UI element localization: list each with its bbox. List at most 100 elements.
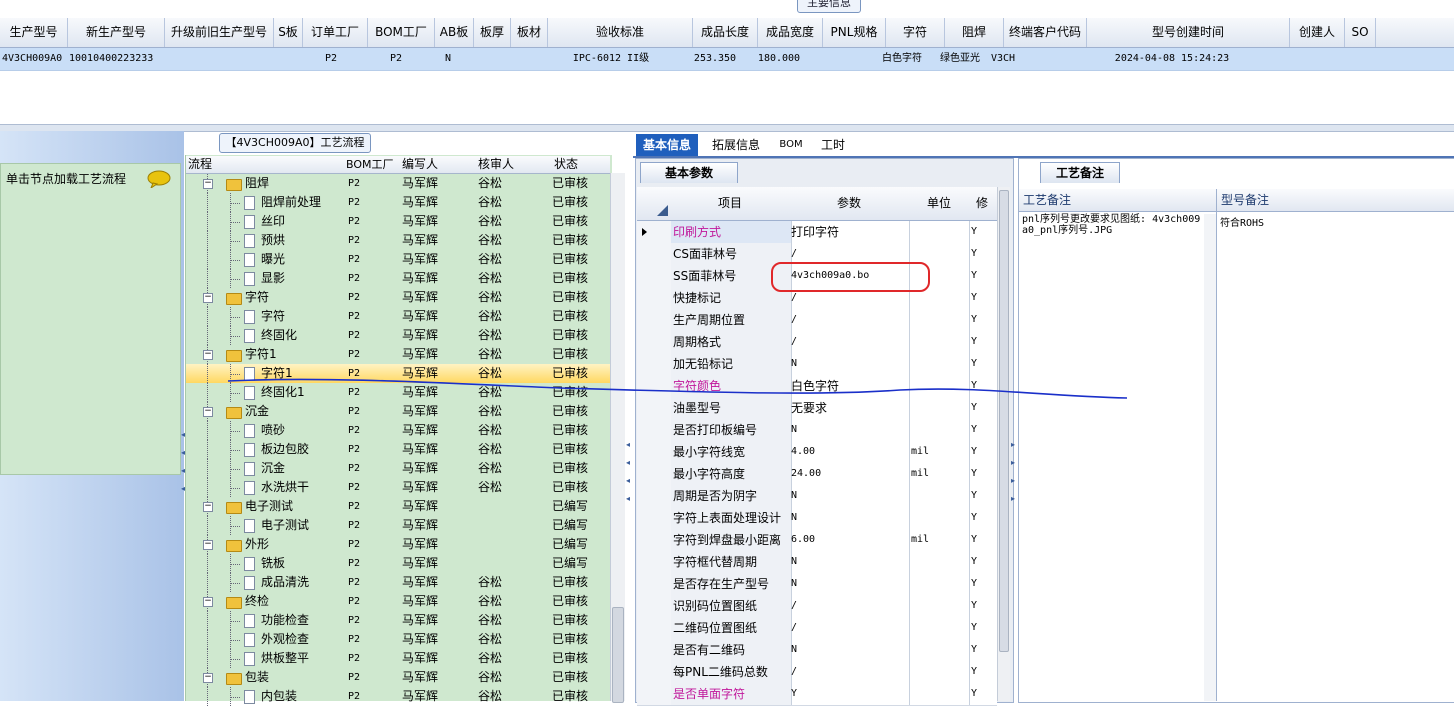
param-value-cell[interactable]: N (789, 419, 910, 441)
param-unit-cell[interactable]: mil (909, 441, 970, 463)
param-unit-cell[interactable]: mil (909, 529, 970, 551)
process-note-text[interactable]: pnl序列号更改要求见图纸: 4v3ch009a0_pnl序列号.JPG (1022, 214, 1202, 236)
param-unit-cell[interactable] (909, 221, 970, 243)
param-modify-cell[interactable]: Y (969, 639, 997, 661)
main-cell[interactable]: V3CH (989, 48, 1071, 70)
tree-row[interactable]: − 包装 P2 马军辉 谷松 已审核 (186, 668, 610, 687)
main-col-header[interactable]: 终端客户代码 (1004, 18, 1087, 47)
main-col-header[interactable]: 成品宽度 (758, 18, 823, 47)
row-indicator[interactable] (637, 573, 672, 595)
row-indicator[interactable] (637, 265, 672, 287)
main-cell[interactable]: 253.350 (683, 48, 747, 70)
main-cell[interactable]: 4V3CH009A0 (0, 48, 67, 70)
param-unit-cell[interactable] (909, 309, 970, 331)
row-indicator[interactable] (637, 375, 672, 397)
row-indicator[interactable] (637, 507, 672, 529)
row-indicator[interactable] (637, 661, 672, 683)
param-modify-cell[interactable]: Y (969, 331, 997, 353)
param-row[interactable]: 二维码位置图纸 / Y (637, 617, 997, 640)
tree-row[interactable]: − 外形 P2 马军辉 已编写 (186, 535, 610, 554)
row-indicator[interactable] (637, 221, 672, 243)
main-col-header[interactable]: 板材 (511, 18, 548, 47)
row-indicator[interactable] (637, 331, 672, 353)
param-modify-cell[interactable]: Y (969, 419, 997, 441)
param-unit-cell[interactable] (909, 485, 970, 507)
main-cell[interactable] (503, 48, 539, 70)
col-reviewer[interactable]: 核审人 (478, 156, 514, 173)
tree-row[interactable]: 内包装 P2 马军辉 谷松 已审核 (186, 687, 610, 706)
main-cell[interactable]: 白色字符 (873, 48, 931, 70)
tab-bom[interactable]: BOM (774, 134, 808, 156)
param-value-cell[interactable]: / (789, 309, 910, 331)
row-indicator[interactable] (637, 397, 672, 419)
tree-row[interactable]: 水洗烘干 P2 马军辉 谷松 已审核 (186, 478, 610, 497)
param-unit-cell[interactable] (909, 419, 970, 441)
param-value-cell[interactable]: N (789, 353, 910, 375)
main-col-header[interactable]: 生产型号 (0, 18, 68, 47)
main-col-header[interactable]: SO (1345, 18, 1376, 47)
collapse-toggle-icon[interactable]: − (203, 179, 213, 189)
tree-row[interactable]: − 终检 P2 马军辉 谷松 已审核 (186, 592, 610, 611)
tree-row[interactable]: − 字符1 P2 马军辉 谷松 已审核 (186, 345, 610, 364)
col-writer[interactable]: 编写人 (402, 156, 438, 173)
param-value-cell[interactable]: N (789, 507, 910, 529)
param-row[interactable]: 字符框代替周期 N Y (637, 551, 997, 574)
param-modify-cell[interactable]: Y (969, 441, 997, 463)
tree-row[interactable]: − 字符 P2 马军辉 谷松 已审核 (186, 288, 610, 307)
tree-row[interactable]: 终固化1 P2 马军辉 谷松 已审核 (186, 383, 610, 402)
main-col-header[interactable]: 成品长度 (693, 18, 758, 47)
tab-basic-params[interactable]: 基本参数 (640, 162, 738, 183)
collapse-toggle-icon[interactable]: − (203, 597, 213, 607)
param-row[interactable]: 印刷方式 打印字符 Y (637, 221, 997, 244)
param-value-cell[interactable]: Y (789, 683, 910, 705)
param-unit-cell[interactable] (909, 661, 970, 683)
param-row[interactable]: 每PNL二维码总数 / Y (637, 661, 997, 684)
param-unit-cell[interactable] (909, 683, 970, 705)
collapse-toggle-icon[interactable]: − (203, 350, 213, 360)
main-cell[interactable]: 180.000 (747, 48, 811, 70)
param-modify-cell[interactable]: Y (969, 529, 997, 551)
param-modify-cell[interactable]: Y (969, 595, 997, 617)
collapse-toggle-icon[interactable]: − (203, 293, 213, 303)
main-col-header[interactable]: 字符 (886, 18, 945, 47)
param-modify-cell[interactable]: Y (969, 463, 997, 485)
row-indicator[interactable] (637, 309, 672, 331)
main-cell[interactable] (271, 48, 299, 70)
row-indicator[interactable] (637, 441, 672, 463)
row-indicator[interactable] (637, 595, 672, 617)
tree-row[interactable]: 喷砂 P2 马军辉 谷松 已审核 (186, 421, 610, 440)
param-unit-cell[interactable] (909, 507, 970, 529)
col-process[interactable]: 流程 (188, 156, 212, 173)
param-modify-cell[interactable]: Y (969, 265, 997, 287)
row-indicator[interactable] (637, 551, 672, 573)
tree-row[interactable]: 沉金 P2 马军辉 谷松 已审核 (186, 459, 610, 478)
main-col-header[interactable]: 验收标准 (548, 18, 693, 47)
collapse-toggle-icon[interactable]: − (203, 407, 213, 417)
param-value-cell[interactable]: / (789, 595, 910, 617)
col-bom-factory[interactable]: BOM工厂 (346, 156, 394, 173)
tree-row[interactable]: 预烘 P2 马军辉 谷松 已审核 (186, 231, 610, 250)
model-note-text[interactable]: 符合ROHS (1220, 214, 1264, 229)
main-col-header[interactable]: AB板 (435, 18, 474, 47)
param-value-cell[interactable]: N (789, 573, 910, 595)
main-cell[interactable] (467, 48, 503, 70)
param-row[interactable]: 周期是否为阴字 N Y (637, 485, 997, 508)
main-col-header[interactable]: 新生产型号 (68, 18, 165, 47)
param-row[interactable]: 是否打印板编号 N Y (637, 419, 997, 442)
param-value-cell[interactable]: 24.00 (789, 463, 910, 485)
main-col-header[interactable]: S板 (274, 18, 303, 47)
param-row[interactable]: 周期格式 / Y (637, 331, 997, 354)
row-indicator[interactable] (637, 463, 672, 485)
main-col-header[interactable]: 创建人 (1290, 18, 1345, 47)
tree-row[interactable]: 功能检查 P2 马军辉 谷松 已审核 (186, 611, 610, 630)
param-modify-cell[interactable]: Y (969, 617, 997, 639)
row-indicator[interactable] (637, 529, 672, 551)
param-value-cell[interactable]: / (789, 331, 910, 353)
param-modify-cell[interactable]: Y (969, 221, 997, 243)
notes-divider[interactable] (1216, 189, 1217, 701)
tree-row[interactable]: − 沉金 P2 马军辉 谷松 已审核 (186, 402, 610, 421)
param-value-cell[interactable]: N (789, 551, 910, 573)
main-col-header[interactable]: BOM工厂 (368, 18, 435, 47)
tree-row[interactable]: 丝印 P2 马军辉 谷松 已审核 (186, 212, 610, 231)
right-splitter-handle[interactable]: ▸ ▸ ▸ ▸ (1011, 440, 1017, 530)
